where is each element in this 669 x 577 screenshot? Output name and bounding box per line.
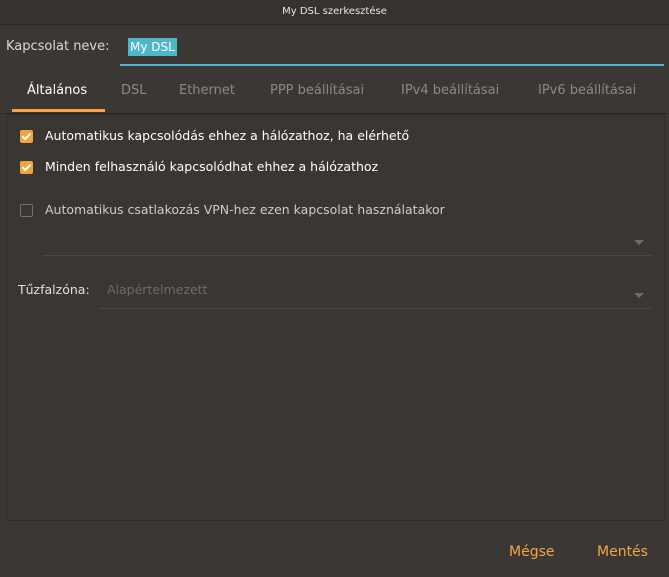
connection-name-label: Kapcsolat neve: <box>6 39 110 54</box>
vpn-auto-checkbox[interactable] <box>20 204 33 217</box>
auto-connect-label[interactable]: Automatikus kapcsolódás ehhez a hálózath… <box>45 128 409 143</box>
all-users-checkbox[interactable] <box>20 161 33 174</box>
firewall-zone-dropdown[interactable]: Alapértelmezett <box>99 282 652 309</box>
active-tab-indicator <box>12 109 105 112</box>
save-button[interactable]: Mentés <box>597 534 648 570</box>
chevron-down-icon <box>634 240 644 245</box>
cancel-button[interactable]: Mégse <box>509 534 555 570</box>
tab-ipv6-settings[interactable]: IPv6 beállításai <box>538 71 636 113</box>
general-tab-panel <box>6 114 665 521</box>
auto-connect-checkbox[interactable] <box>20 130 33 143</box>
firewall-zone-label: Tűzfalzóna: <box>18 282 90 297</box>
tab-dsl[interactable]: DSL <box>121 71 147 113</box>
window-title: My DSL szerkesztése <box>0 0 669 25</box>
connection-name-input[interactable]: My DSL <box>120 34 664 66</box>
connection-name-value[interactable]: My DSL <box>128 38 177 56</box>
connection-name-row: Kapcsolat neve: My DSL <box>0 34 669 66</box>
vpn-auto-label[interactable]: Automatikus csatlakozás VPN-hez ezen kap… <box>45 202 445 217</box>
tab-ipv4-settings[interactable]: IPv4 beállításai <box>401 71 499 113</box>
vpn-select-dropdown[interactable] <box>43 229 652 256</box>
chevron-down-icon <box>634 293 644 298</box>
tab-general[interactable]: Általános <box>27 71 87 113</box>
tab-bar: Általános DSL Ethernet PPP beállításai I… <box>0 71 669 114</box>
all-users-label[interactable]: Minden felhasználó kapcsolódhat ehhez a … <box>45 159 378 174</box>
tab-ethernet[interactable]: Ethernet <box>179 71 235 113</box>
tab-ppp-settings[interactable]: PPP beállításai <box>270 71 364 113</box>
firewall-zone-value: Alapértelmezett <box>107 282 208 297</box>
